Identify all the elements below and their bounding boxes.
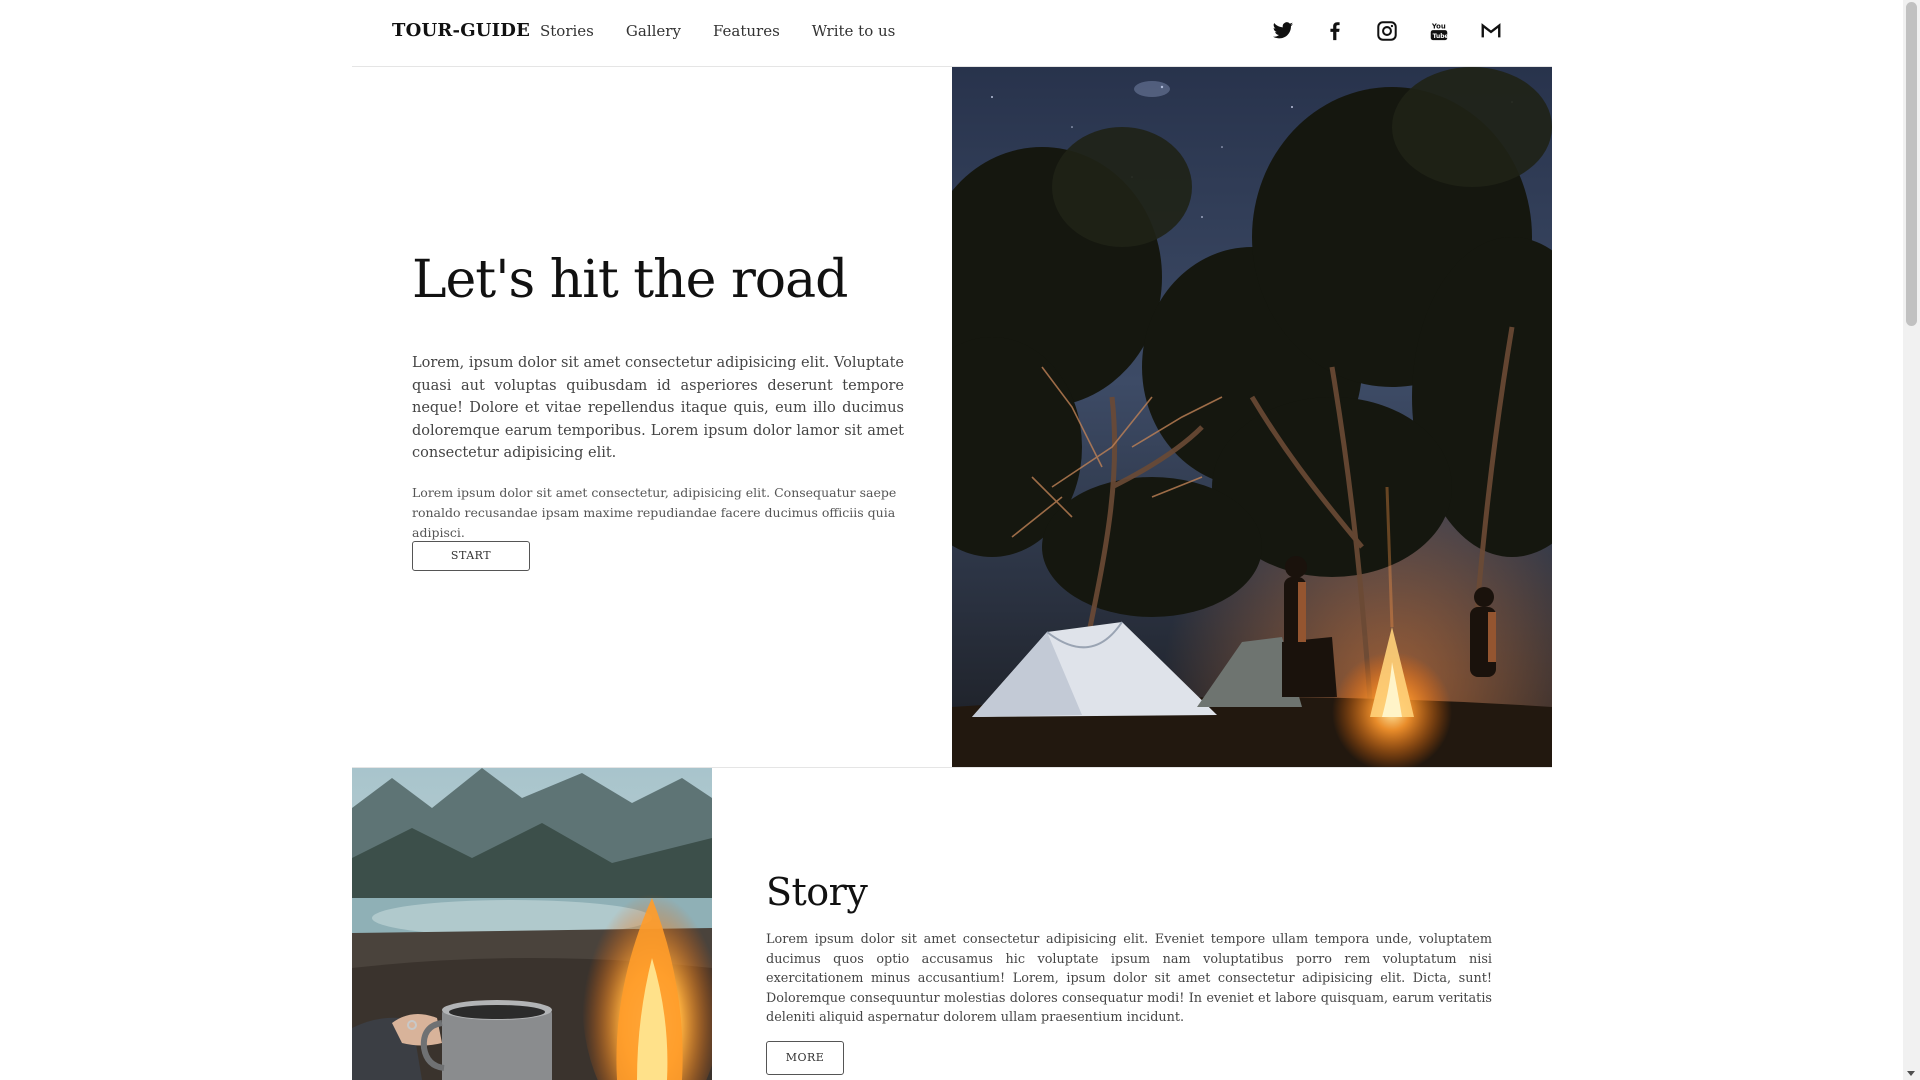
story-paragraph: Lorem ipsum dolor sit amet consectetur a… — [766, 932, 1492, 1025]
nav-link-features[interactable]: Features — [713, 22, 780, 40]
hero-image — [952, 67, 1552, 767]
page: TOUR-GUIDE Stories Gallery Features Writ… — [0, 0, 1920, 1080]
gmail-icon[interactable] — [1480, 20, 1502, 42]
scroll-thumb[interactable] — [1906, 2, 1917, 326]
nav-link-gallery[interactable]: Gallery — [626, 22, 681, 40]
svg-text:You: You — [1431, 22, 1446, 30]
story-image — [352, 768, 712, 1080]
instagram-icon[interactable] — [1376, 20, 1398, 42]
hero-paragraph: Lorem, ipsum dolor sit amet consectetur … — [412, 355, 904, 461]
site-header: TOUR-GUIDE Stories Gallery Features Writ… — [352, 0, 1552, 67]
twitter-icon[interactable] — [1272, 20, 1294, 42]
nav-link-stories[interactable]: Stories — [540, 22, 594, 40]
page-scrollbar[interactable] — [1903, 0, 1920, 1080]
scroll-down-arrow-icon[interactable] — [1907, 1071, 1915, 1076]
svg-text:Tube: Tube — [1433, 33, 1449, 40]
site-logo[interactable]: TOUR-GUIDE — [392, 20, 530, 41]
hero-subparagraph: Lorem ipsum dolor sit amet consectetur, … — [412, 484, 897, 540]
more-button[interactable]: MORE — [766, 1041, 844, 1075]
youtube-icon[interactable]: You Tube — [1428, 20, 1450, 42]
facebook-icon[interactable] — [1324, 20, 1346, 42]
hero-section: Let's hit the road Lorem, ipsum dolor si… — [412, 250, 904, 543]
story-section: Story Lorem ipsum dolor sit amet consect… — [766, 870, 1492, 1028]
story-title: Story — [766, 870, 868, 914]
hero-title: Let's hit the road — [412, 250, 848, 310]
start-button[interactable]: START — [412, 541, 530, 571]
nav-link-write-to-us[interactable]: Write to us — [812, 22, 896, 40]
social-links: You Tube — [1272, 20, 1502, 42]
main-nav: Stories Gallery Features Write to us — [540, 22, 927, 40]
